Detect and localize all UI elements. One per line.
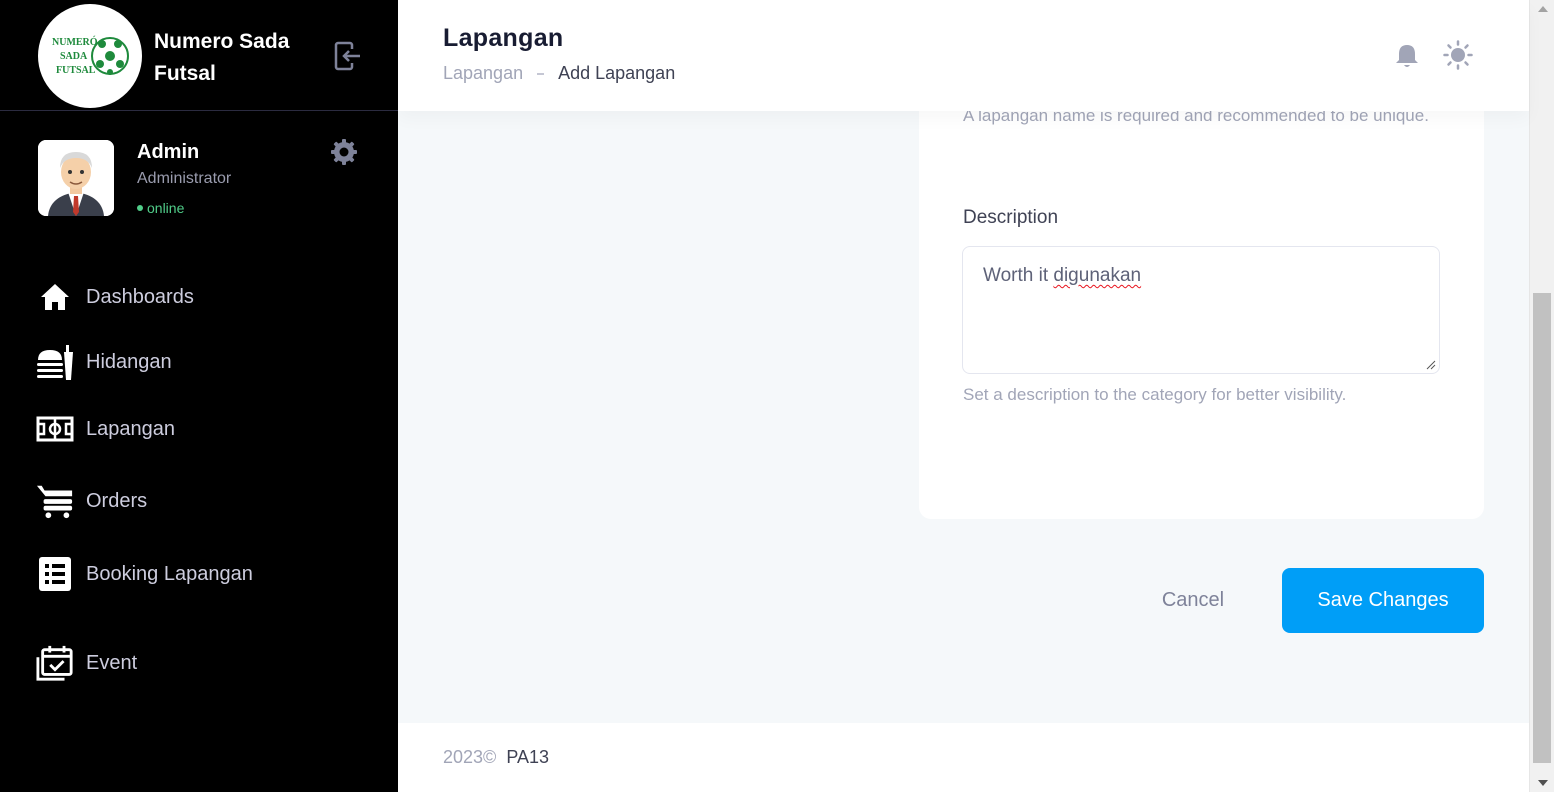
scrollbar-thumb[interactable] — [1533, 293, 1551, 763]
svg-text:SADA: SADA — [60, 51, 88, 62]
field-icon — [36, 410, 74, 448]
arrow-down-icon — [1537, 780, 1548, 786]
breadcrumb-current: Add Lapangan — [558, 63, 676, 83]
sidebar-item-booking-lapangan[interactable]: Booking Lapangan — [36, 555, 253, 593]
collapse-sidebar-button[interactable] — [330, 40, 364, 72]
sidebar-brand: NUMERÓ SADA FUTSAL Numero Sada Futsal — [0, 0, 398, 111]
user-status: online — [137, 200, 184, 216]
cart-icon — [36, 482, 74, 520]
top-header: Lapangan Lapangan Add Lapangan — [398, 0, 1529, 111]
sidebar-item-lapangan[interactable]: Lapangan — [36, 410, 175, 448]
scroll-down-button[interactable] — [1530, 774, 1554, 792]
misspelled-word: digunakan — [1053, 265, 1142, 286]
user-role: Administrator — [137, 170, 232, 187]
footer-company-link[interactable]: PA13 — [506, 747, 549, 768]
svg-text:FUTSAL: FUTSAL — [56, 65, 96, 76]
logo-graphic: NUMERÓ SADA FUTSAL — [52, 36, 129, 76]
theme-toggle-button[interactable] — [1443, 40, 1473, 70]
user-avatar-icon — [38, 140, 114, 216]
home-icon — [36, 278, 74, 316]
resize-handle-icon[interactable] — [1426, 360, 1436, 370]
arrow-up-icon — [1537, 6, 1548, 12]
breadcrumb-parent[interactable]: Lapangan — [443, 63, 523, 84]
list-icon — [36, 555, 74, 593]
save-changes-button[interactable]: Save Changes — [1282, 568, 1484, 633]
user-name: Admin — [137, 141, 200, 163]
footer-year: 2023© — [443, 747, 497, 767]
sidebar-item-event[interactable]: Event — [36, 644, 137, 682]
breadcrumb-separator — [537, 72, 545, 75]
sidebar-item-orders[interactable]: Orders — [36, 482, 147, 520]
page-title: Lapangan — [443, 24, 564, 52]
page-scrollbar[interactable] — [1529, 0, 1554, 792]
footer: 2023© PA13 — [398, 723, 1529, 792]
cancel-button[interactable]: Cancel — [1128, 568, 1258, 632]
name-field-hint: A lapangan name is required and recommen… — [963, 111, 1429, 125]
scroll-up-button[interactable] — [1530, 0, 1554, 18]
sun-icon — [1443, 40, 1473, 70]
gear-icon — [331, 139, 357, 165]
description-hint: Set a description to the category for be… — [963, 385, 1347, 404]
calendar-check-icon — [36, 644, 74, 682]
brand-logo[interactable]: NUMERÓ SADA FUTSAL — [38, 4, 142, 108]
sidebar: NUMERÓ SADA FUTSAL Numero Sada Futsal Ad… — [0, 0, 398, 792]
sidebar-item-hidangan[interactable]: Hidangan — [36, 343, 172, 381]
bell-icon — [1396, 45, 1418, 67]
description-textarea[interactable]: Worth it digunakan — [962, 246, 1440, 374]
lapangan-form-card: A lapangan name is required and recommen… — [919, 111, 1484, 519]
notifications-button[interactable] — [1395, 43, 1419, 69]
user-settings-button[interactable] — [330, 138, 358, 166]
sidebar-item-dashboards[interactable]: Dashboards — [36, 278, 194, 316]
avatar[interactable] — [38, 140, 114, 216]
brand-name: Numero Sada Futsal — [154, 30, 290, 85]
main-content: A lapangan name is required and recommen… — [398, 111, 1529, 723]
svg-text:NUMERÓ: NUMERÓ — [52, 36, 98, 48]
user-panel: Admin Administrator online — [0, 112, 398, 242]
breadcrumb: Lapangan Add Lapangan — [443, 63, 675, 84]
food-icon — [36, 343, 74, 381]
description-label: Description — [963, 207, 1059, 228]
status-dot-icon — [137, 205, 143, 211]
exit-icon — [334, 41, 360, 71]
